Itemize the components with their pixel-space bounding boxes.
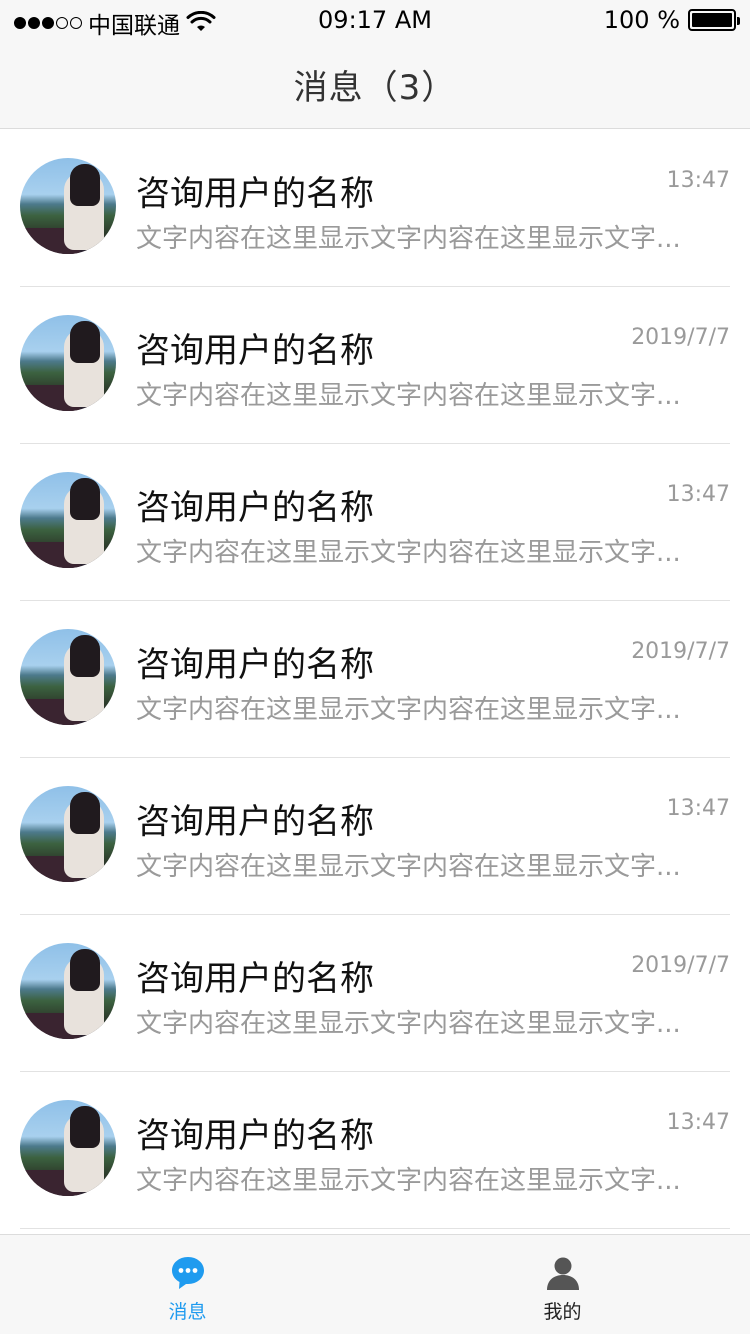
- message-time: 13:47: [666, 482, 730, 507]
- contact-name: 咨询用户的名称: [136, 331, 374, 371]
- message-preview: 文字内容在这里显示文字内容在这里显示文字...: [136, 538, 681, 568]
- divider: [20, 1228, 730, 1229]
- message-preview: 文字内容在这里显示文字内容在这里显示文字...: [136, 1009, 681, 1039]
- tab-label: 消息: [168, 1301, 207, 1323]
- message-preview: 文字内容在这里显示文字内容在这里显示文字...: [136, 381, 681, 411]
- avatar: [20, 629, 116, 725]
- battery-icon: [688, 9, 740, 31]
- avatar: [20, 943, 116, 1039]
- contact-name: 咨询用户的名称: [136, 488, 374, 528]
- message-time: 13:47: [666, 796, 730, 821]
- screen: 中国联通 09:17 AM 100 % 消息（3） 咨询用户的名称 13:47 …: [0, 0, 750, 1334]
- message-preview: 文字内容在这里显示文字内容在这里显示文字...: [136, 224, 681, 254]
- avatar: [20, 1100, 116, 1196]
- avatar: [20, 315, 116, 411]
- message-preview: 文字内容在这里显示文字内容在这里显示文字...: [136, 1166, 681, 1196]
- chat-bubble-icon: [171, 1257, 204, 1289]
- message-list-item[interactable]: 咨询用户的名称 13:47 文字内容在这里显示文字内容在这里显示文字...: [0, 758, 750, 915]
- message-preview: 文字内容在这里显示文字内容在这里显示文字...: [136, 852, 681, 882]
- status-right: 100 %: [603, 6, 740, 34]
- message-time: 2019/7/7: [631, 325, 730, 350]
- message-list-item[interactable]: 咨询用户的名称 2019/7/7 文字内容在这里显示文字内容在这里显示文字...: [0, 601, 750, 758]
- navigation-bar: 消息（3）: [0, 40, 750, 129]
- avatar: [20, 472, 116, 568]
- message-list-item[interactable]: 咨询用户的名称 13:47 文字内容在这里显示文字内容在这里显示文字...: [0, 1072, 750, 1229]
- message-time: 2019/7/7: [631, 639, 730, 664]
- status-bar: 中国联通 09:17 AM 100 %: [0, 0, 750, 40]
- contact-name: 咨询用户的名称: [136, 959, 374, 999]
- message-time: 13:47: [666, 1110, 730, 1135]
- contact-name: 咨询用户的名称: [136, 174, 374, 214]
- contact-name: 咨询用户的名称: [136, 645, 374, 685]
- avatar: [20, 158, 116, 254]
- message-list-item[interactable]: 咨询用户的名称 2019/7/7 文字内容在这里显示文字内容在这里显示文字...: [0, 915, 750, 1072]
- message-preview: 文字内容在这里显示文字内容在这里显示文字...: [136, 695, 681, 725]
- message-time: 2019/7/7: [631, 953, 730, 978]
- message-list-item[interactable]: 咨询用户的名称 13:47 文字内容在这里显示文字内容在这里显示文字...: [0, 444, 750, 601]
- battery-percentage: 100 %: [603, 6, 680, 34]
- person-icon: [546, 1257, 579, 1290]
- tab-profile[interactable]: 我的: [375, 1235, 750, 1334]
- message-time: 13:47: [666, 168, 730, 193]
- message-list-item[interactable]: 咨询用户的名称 2019/7/7 文字内容在这里显示文字内容在这里显示文字...: [0, 287, 750, 444]
- tab-messages[interactable]: 消息: [0, 1235, 375, 1334]
- avatar: [20, 786, 116, 882]
- page-title: 消息（3）: [293, 67, 457, 108]
- tab-label: 我的: [543, 1301, 582, 1323]
- contact-name: 咨询用户的名称: [136, 802, 374, 842]
- message-list: 咨询用户的名称 13:47 文字内容在这里显示文字内容在这里显示文字... 咨询…: [0, 130, 750, 1229]
- contact-name: 咨询用户的名称: [136, 1116, 374, 1156]
- tab-bar: 消息 我的: [0, 1234, 750, 1334]
- message-list-item[interactable]: 咨询用户的名称 13:47 文字内容在这里显示文字内容在这里显示文字...: [0, 130, 750, 287]
